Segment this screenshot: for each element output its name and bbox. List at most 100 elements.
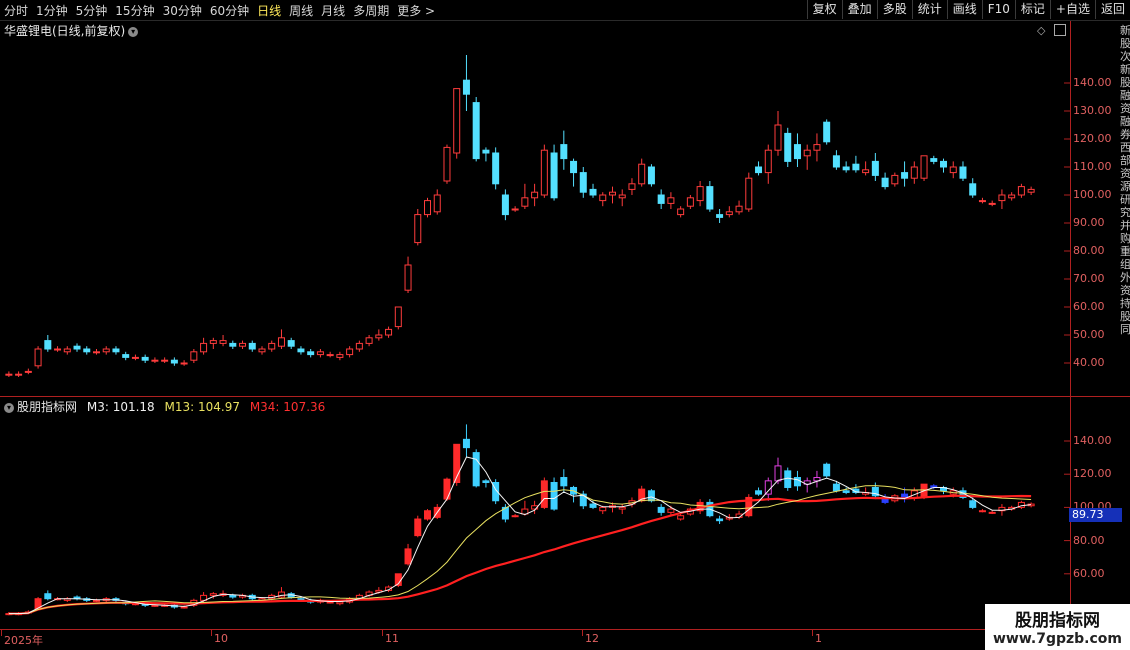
candle-body: [940, 160, 948, 168]
candle-body: [131, 356, 139, 359]
candle-body: [346, 348, 354, 356]
candle-body: [764, 149, 772, 174]
candle-body: [433, 194, 441, 213]
indicator-panel: ▾ 股朋指标网 M3: 101.18 M13: 104.97 M34: 107.3…: [0, 397, 1070, 629]
concept-sidebar-text-lower: [1120, 400, 1130, 460]
candle-body: [316, 351, 324, 356]
date-label: 12: [585, 632, 599, 645]
candle-body: [813, 144, 821, 151]
y-tick-label: 120.00: [1073, 132, 1112, 145]
candle-body: [170, 359, 178, 364]
date-label: 11: [385, 632, 399, 645]
candle-body: [375, 334, 383, 339]
candle-body: [219, 340, 227, 344]
y-tick-label: 80.00: [1073, 244, 1105, 257]
candle-body: [482, 149, 490, 154]
axis-divider: [1070, 21, 1071, 630]
dropdown-icon[interactable]: ▾: [4, 402, 14, 413]
candle-body: [73, 345, 81, 350]
candle-body: [735, 205, 743, 213]
candle-body: [706, 186, 714, 210]
candle-body: [647, 166, 655, 185]
candle-body: [599, 194, 607, 202]
candle-body: [803, 149, 811, 157]
candle-body: [151, 359, 159, 362]
candle-body: [365, 337, 373, 344]
date-axis: 2025年 10 11 12 1: [0, 630, 1070, 650]
candle-body: [696, 186, 704, 202]
date-tick: [211, 630, 212, 636]
candle-body: [686, 197, 694, 207]
candle-body: [453, 88, 461, 154]
candle-body: [755, 166, 763, 174]
panel-divider: [0, 396, 1130, 397]
candle-body: [784, 132, 792, 162]
date-label: 2025年: [4, 634, 43, 647]
candle-body: [424, 200, 432, 216]
candle-body: [122, 354, 130, 358]
candle-body: [472, 102, 480, 160]
candle-body: [725, 211, 733, 216]
date-label: 10: [214, 632, 228, 645]
candle-body: [531, 191, 539, 199]
candle-body: [92, 351, 100, 354]
ind-tick-label: 120.00: [1073, 467, 1112, 481]
candle-body: [112, 348, 120, 353]
candle-body: [239, 342, 247, 347]
panel-layout-icon[interactable]: [1054, 24, 1066, 36]
indicator-title: ▾ 股朋指标网 M3: 101.18 M13: 104.97 M34: 107.3…: [4, 398, 325, 415]
ind-tick-label: 80.00: [1073, 533, 1105, 547]
candle-body: [589, 188, 597, 196]
candle-body: [774, 124, 782, 151]
candle-body: [355, 342, 363, 350]
candle-body: [871, 160, 879, 176]
date-tick: [812, 630, 813, 636]
candle-body: [881, 177, 889, 188]
candle-body: [326, 354, 334, 357]
candle-body: [385, 328, 393, 336]
candle-body: [180, 362, 188, 365]
date-tick: [1, 630, 2, 636]
date-tick: [582, 630, 583, 636]
candle-body: [998, 194, 1006, 202]
candle-body: [297, 348, 305, 353]
y-tick-label: 130.00: [1073, 104, 1112, 117]
candle-body: [891, 174, 899, 185]
date-label: 1: [815, 632, 822, 645]
candle-body: [336, 354, 344, 358]
candle-body: [823, 121, 831, 143]
candle-body: [15, 373, 23, 376]
kline-chart[interactable]: [0, 0, 1070, 396]
tool-button[interactable]: 返回: [1094, 0, 1130, 19]
candle-body: [141, 356, 149, 361]
candle-body: [1027, 188, 1035, 193]
watermark-title: 股朋指标网: [1015, 611, 1100, 631]
candle-body: [209, 340, 217, 344]
candle-body: [404, 264, 412, 291]
candle-body: [5, 373, 13, 376]
y-tick-label: 40.00: [1073, 356, 1105, 369]
candle-body: [570, 160, 578, 174]
y-tick-label: 70.00: [1073, 272, 1105, 285]
candle-body: [716, 214, 724, 218]
candle-body: [677, 208, 685, 216]
candle-body: [628, 183, 636, 190]
candle-body: [54, 348, 62, 351]
candle-body: [978, 200, 986, 203]
candle-body: [1008, 194, 1016, 199]
panel-diamond-icon[interactable]: ◇: [1037, 24, 1045, 37]
candle-body: [63, 348, 71, 353]
watermark-url: www.7gpzb.com: [992, 631, 1122, 647]
candle-body: [44, 340, 52, 350]
candle-body: [229, 342, 237, 347]
m34-label: M34: 107.36: [249, 400, 326, 414]
candle-body: [102, 348, 110, 353]
y-tick-label: 60.00: [1073, 300, 1105, 313]
candle-body: [521, 197, 529, 207]
candle-body: [667, 197, 675, 204]
candle-body: [24, 370, 32, 373]
ind-tick-label: 60.00: [1073, 566, 1105, 580]
y-tick-label: 50.00: [1073, 328, 1105, 341]
m13-label: M13: 104.97: [164, 400, 240, 414]
candle-body: [550, 152, 558, 199]
